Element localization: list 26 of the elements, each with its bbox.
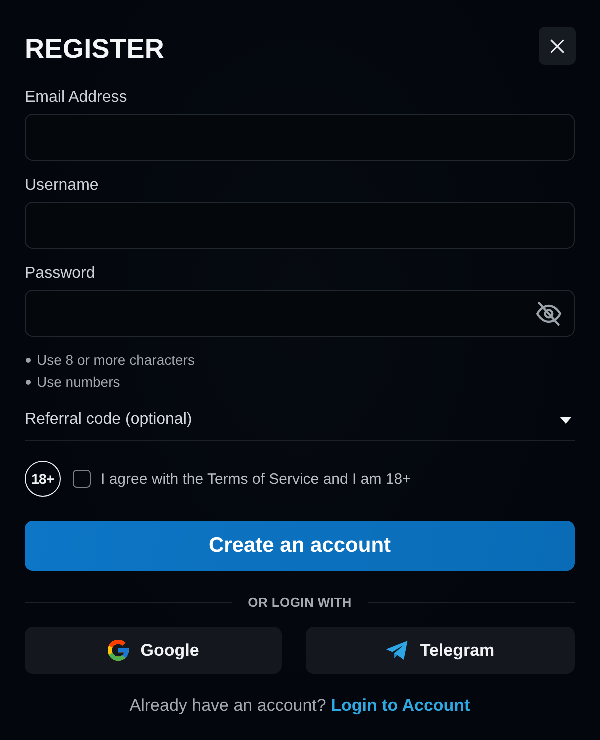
create-account-button[interactable]: Create an account: [25, 521, 575, 571]
password-hint: Use numbers: [37, 373, 120, 391]
divider-label: OR LOGIN WITH: [247, 594, 353, 610]
bullet-icon: [26, 358, 31, 362]
paper-plane-icon: [386, 641, 408, 660]
username-field[interactable]: [25, 202, 575, 249]
field-label: Password: [25, 264, 96, 284]
social-login-button[interactable]: Telegram: [306, 627, 575, 674]
password-hint: Use 8 or more characters: [37, 351, 195, 369]
field-label: Username: [25, 176, 99, 196]
eye-slash-icon[interactable]: [536, 302, 562, 326]
dialog-title: REGISTER: [25, 33, 165, 65]
password-field[interactable]: [25, 290, 575, 337]
agree-checkbox[interactable]: [73, 470, 91, 488]
close-icon: [550, 38, 565, 54]
close-button[interactable]: [539, 27, 576, 65]
agreement-text: I agree with the Terms of Service and I am 18+: [101, 470, 412, 488]
social-login-button[interactable]: Google: [25, 627, 282, 674]
referral-code-toggle[interactable]: Referral code (optional): [25, 400, 575, 440]
login-link[interactable]: Login to Account: [331, 696, 470, 715]
login-prompt: Already have an account? Login to Account: [128, 695, 472, 717]
email-field[interactable]: [25, 114, 575, 161]
google-g-icon: [108, 640, 129, 661]
bullet-icon: [26, 380, 31, 384]
field-label: Email Address: [25, 88, 128, 108]
age-badge: 18+: [25, 461, 61, 497]
